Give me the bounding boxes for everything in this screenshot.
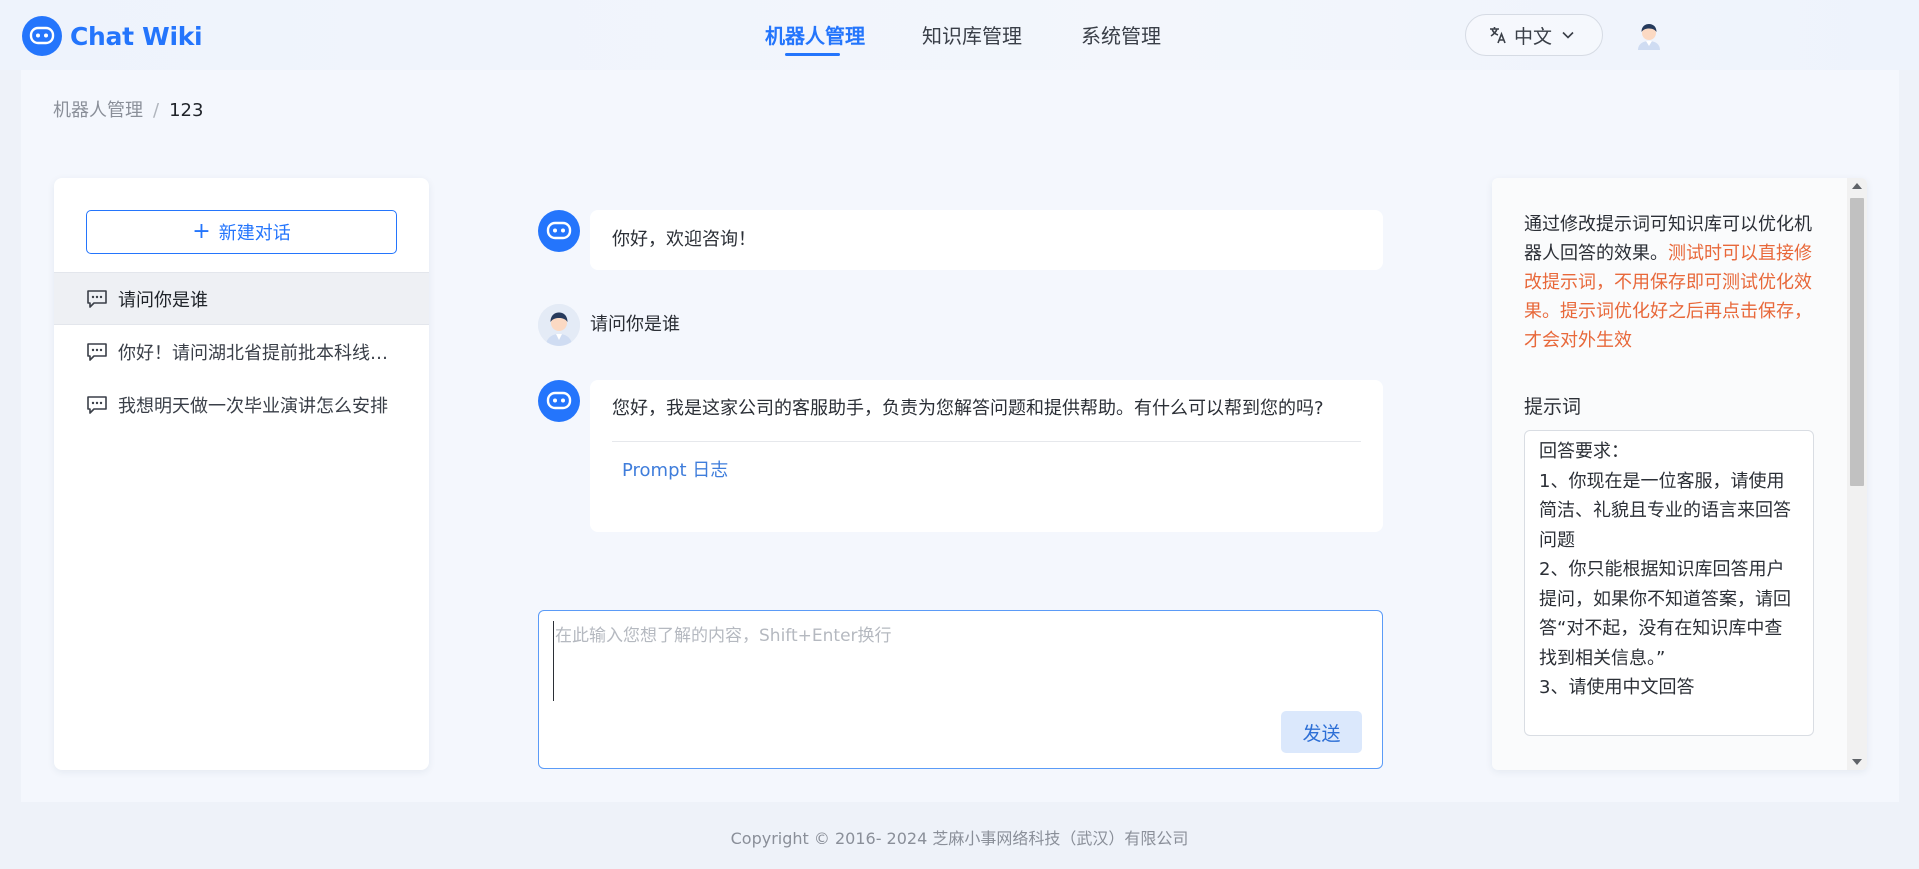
conversation-item[interactable]: 我想明天做一次毕业演讲怎么安排 <box>54 378 429 431</box>
language-selector[interactable]: 中文 <box>1465 14 1603 56</box>
message-bubble: 你好，欢迎咨询！ <box>590 210 1383 270</box>
conversation-title: 我想明天做一次毕业演讲怎么安排 <box>118 395 388 417</box>
prompt-settings-panel: 通过修改提示词可知识库可以优化机器人回答的效果。测试时可以直接修改提示词，不用保… <box>1492 178 1867 770</box>
chat-bubble-icon <box>87 395 107 414</box>
breadcrumb-current: 123 <box>169 100 204 121</box>
translate-icon <box>1490 27 1506 44</box>
conversation-sidebar: + 新建对话 请问你是谁 你好！请问湖北省提前批本科线是多少 <box>54 178 429 770</box>
robot-avatar-icon <box>538 210 580 252</box>
conversation-title: 请问你是谁 <box>118 289 208 311</box>
breadcrumb-parent[interactable]: 机器人管理 <box>53 100 143 121</box>
prompt-tip: 通过修改提示词可知识库可以优化机器人回答的效果。测试时可以直接修改提示词，不用保… <box>1524 210 1814 355</box>
prompt-label: 提示词 <box>1524 396 1582 418</box>
nav-item-system-management[interactable]: 系统管理 <box>1081 20 1161 49</box>
conversation-title: 你好！请问湖北省提前批本科线是多少 <box>118 342 393 364</box>
scroll-down-arrow-icon[interactable] <box>1852 759 1862 765</box>
prompt-textarea[interactable]: 回答要求： 1、你现在是一位客服，请使用简洁、礼貌且专业的语言来回答问题 2、你… <box>1524 430 1814 736</box>
chat-bubble-icon <box>87 342 107 361</box>
nav-item-knowledge-base[interactable]: 知识库管理 <box>922 20 1022 49</box>
conversation-item[interactable]: 请问你是谁 <box>54 272 429 325</box>
send-button[interactable]: 发送 <box>1281 711 1362 753</box>
bot-message: 您好，我是这家公司的客服助手，负责为您解答问题和提供帮助。有什么可以帮到您的吗?… <box>538 380 1383 532</box>
message-bubble: 您好，我是这家公司的客服助手，负责为您解答问题和提供帮助。有什么可以帮到您的吗?… <box>590 380 1383 532</box>
scroll-up-arrow-icon[interactable] <box>1852 183 1862 189</box>
footer-copyright: Copyright © 2016- 2024 芝麻小事网络科技（武汉）有限公司 <box>730 829 1189 848</box>
scrollbar-thumb[interactable] <box>1850 198 1864 486</box>
message-text: 您好，我是这家公司的客服助手，负责为您解答问题和提供帮助。有什么可以帮到您的吗? <box>612 398 1324 419</box>
message-divider <box>612 441 1361 442</box>
new-chat-button[interactable]: + 新建对话 <box>86 210 397 254</box>
language-label: 中文 <box>1514 25 1553 48</box>
bot-message: 你好，欢迎咨询！ <box>538 210 1383 270</box>
top-header: Chat Wiki 机器人管理 知识库管理 系统管理 中文 <box>0 0 1919 70</box>
nav-item-robot-management[interactable]: 机器人管理 <box>765 20 865 49</box>
breadcrumb-separator: / <box>153 100 160 121</box>
conversation-list: 请问你是谁 你好！请问湖北省提前批本科线是多少 我想明天做一次毕业演讲怎么安排 <box>54 272 429 431</box>
user-avatar-icon <box>538 304 580 346</box>
conversation-item[interactable]: 你好！请问湖北省提前批本科线是多少 <box>54 325 429 378</box>
user-avatar[interactable] <box>1636 22 1662 50</box>
chat-input-box: 发送 <box>538 610 1383 769</box>
panel-scrollbar[interactable] <box>1847 178 1867 770</box>
user-message: 请问你是谁 <box>538 304 680 346</box>
new-chat-label: 新建对话 <box>218 223 291 244</box>
main-nav: 机器人管理 知识库管理 系统管理 <box>0 20 1919 60</box>
chevron-down-icon <box>1562 31 1574 39</box>
message-text: 请问你是谁 <box>590 314 680 335</box>
plus-icon: + <box>192 219 211 244</box>
breadcrumb: 机器人管理 / 123 <box>53 96 203 122</box>
nav-active-indicator <box>785 53 840 56</box>
chat-bubble-icon <box>87 289 107 308</box>
prompt-log-link[interactable]: Prompt 日志 <box>612 460 728 481</box>
chat-input[interactable] <box>553 621 1363 701</box>
message-text: 你好，欢迎咨询！ <box>612 229 756 250</box>
robot-avatar-icon <box>538 380 580 422</box>
